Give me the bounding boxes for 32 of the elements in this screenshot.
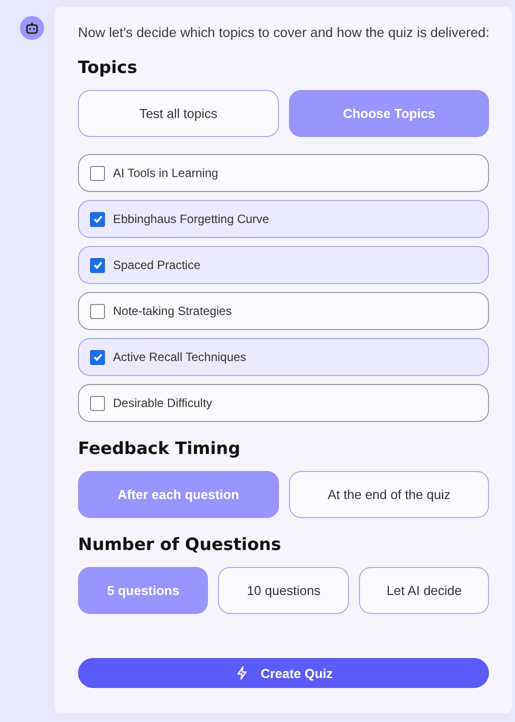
checkbox[interactable]	[90, 396, 105, 410]
topic-option[interactable]: Note-taking Strategies	[78, 292, 490, 330]
checkmark-icon	[92, 213, 104, 225]
topic-label: Ebbinghaus Forgetting Curve	[113, 212, 270, 226]
topic-label: Active Recall Techniques	[113, 350, 246, 364]
checkbox[interactable]	[90, 258, 105, 272]
topic-label: Note-taking Strategies	[113, 304, 232, 318]
intro-text: Now let's decide which topics to cover and how the quiz is delivered:	[78, 25, 490, 40]
topic-option[interactable]: Desirable Difficulty	[78, 384, 490, 422]
topic-option[interactable]: AI Tools in Learning	[78, 154, 490, 192]
topic-label: AI Tools in Learning	[113, 166, 218, 180]
section-heading: Number of Questions	[78, 535, 282, 555]
robot-avatar-icon	[20, 16, 44, 40]
feedback-option-button[interactable]: At the end of the quiz	[288, 471, 490, 518]
topic-option[interactable]: Ebbinghaus Forgetting Curve	[78, 200, 490, 238]
checkmark-icon	[92, 259, 104, 271]
lightning-icon	[234, 666, 249, 680]
checkmark-icon	[92, 351, 104, 363]
topic-label: Desirable Difficulty	[113, 396, 212, 410]
topic-label: Spaced Practice	[113, 258, 200, 272]
question-count-button[interactable]: Let AI decide	[358, 567, 490, 614]
checkbox[interactable]	[90, 166, 105, 180]
checkbox[interactable]	[90, 304, 105, 318]
topic-option[interactable]: Active Recall Techniques	[78, 338, 490, 376]
checkbox[interactable]	[90, 212, 105, 226]
create-quiz-button[interactable]: Create Quiz	[78, 658, 490, 688]
section-heading: Feedback Timing	[78, 439, 240, 459]
checkbox[interactable]	[90, 350, 105, 364]
question-count-button[interactable]: 10 questions	[218, 567, 349, 614]
section-heading: Topics	[78, 58, 138, 78]
topic-mode-button[interactable]: Test all topics	[78, 90, 279, 137]
topic-option[interactable]: Spaced Practice	[78, 246, 490, 284]
